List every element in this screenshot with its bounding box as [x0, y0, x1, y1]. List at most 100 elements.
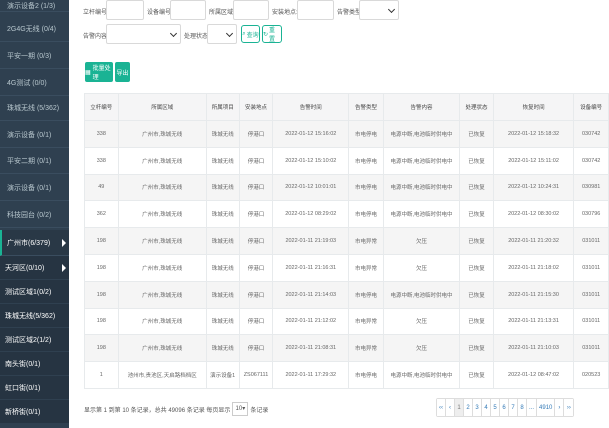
table-cell: 电源中断,电池临时供电中 [382, 173, 461, 202]
sidebar-item[interactable]: 演示设备 (0/1) [0, 122, 69, 148]
query-button[interactable]: ⌕ 查询 [241, 25, 260, 43]
alarm-type-select[interactable] [359, 0, 399, 20]
status-label: 处理状态: [184, 34, 210, 40]
sidebar-item[interactable]: 演示设备 (0/1) [0, 175, 69, 201]
table-cell: 已恢复 [459, 146, 494, 175]
table-cell: 市电停电 [348, 173, 384, 202]
sidebar-subitem[interactable]: 天河区(0/10) [0, 256, 69, 279]
table-cell: 停港口 [238, 120, 274, 148]
table-cell: 市电停电 [348, 146, 384, 175]
page-button[interactable]: 7 [509, 399, 518, 416]
sidebar-subitem[interactable]: 南头街(0/1) [0, 352, 69, 375]
table-row[interactable]: 198 广州市,珠城无线 珠城无线 停港口 2022-01-11 21:14:03 市电停… [84, 280, 609, 309]
install-input[interactable] [297, 0, 334, 20]
table-cell: 198 [84, 280, 119, 309]
page-button[interactable]: 2 [464, 399, 473, 416]
table-row[interactable]: 338 广州市,珠城无线 珠城无线 停港口 2022-01-12 15:10:02 市电停… [84, 146, 609, 175]
table-row[interactable]: 198 广州市,珠城无线 珠城无线 停港口 2022-01-11 21:08:31 市电异… [84, 334, 609, 363]
table-cell: 030981 [573, 173, 609, 202]
column-header[interactable]: 恢复时间 [492, 93, 575, 121]
page-button[interactable]: ‹ [446, 399, 455, 416]
table-cell: 020523 [573, 361, 609, 389]
table-cell: 欠压 [382, 253, 461, 282]
batch-process-button[interactable]: ▦ 批量处理 [85, 62, 113, 82]
table-cell: 珠城无线 [205, 227, 240, 255]
table-icon: ▦ [85, 69, 91, 76]
sidebar-item[interactable]: 平安一期 (0/3) [0, 43, 69, 69]
area-input[interactable] [233, 0, 269, 20]
sidebar-subitem[interactable]: 新桥街(0/1) [0, 400, 69, 423]
page-button[interactable]: › [555, 399, 565, 416]
page-button[interactable]: 1 [455, 399, 464, 416]
page-button[interactable]: 6 [500, 399, 509, 416]
table-cell: 欠压 [382, 334, 461, 363]
column-header[interactable]: 所属项目 [205, 93, 240, 121]
status-select[interactable] [207, 24, 237, 44]
table-cell: 2022-01-11 21:13:31 [492, 307, 575, 336]
sidebar-item-guangzhou[interactable]: 广州市(6/379) [0, 230, 69, 256]
table-row[interactable]: 198 广州市,珠城无线 珠城无线 停港口 2022-01-11 21:12:02 市电异… [84, 307, 609, 336]
sidebar-subitem[interactable]: 测试区域2(1/2) [0, 328, 69, 351]
reset-button[interactable]: ↻ 重置 [262, 25, 282, 43]
table-cell: 030796 [573, 200, 609, 229]
sidebar-subitem[interactable]: 珠城无线(5/362) [0, 304, 69, 327]
page-button[interactable]: ‹‹ [437, 399, 446, 416]
table-row[interactable]: 198 广州市,珠城无线 珠城无线 停港口 2022-01-11 21:16:31 市电异… [84, 253, 609, 282]
sidebar-item[interactable]: 科技园台 (0/2) [0, 202, 69, 228]
column-header[interactable]: 告警内容 [382, 93, 461, 121]
table-row[interactable]: 198 广州市,珠城无线 珠城无线 停港口 2022-01-11 21:19:03 市电异… [84, 227, 609, 255]
caret-down-icon: ▾ [242, 406, 246, 412]
sidebar-item[interactable]: 4G测试 (0/0) [0, 70, 69, 96]
search-icon: ⌕ [242, 30, 246, 37]
column-header[interactable]: 所属区域 [117, 93, 207, 121]
sidebar-item[interactable]: 演示设备2 (1/3) [0, 0, 69, 12]
table-row[interactable]: 1 池州市,贵池区,天启路档档区 演示设备1 ZS067111 2022-01-11 1… [84, 361, 609, 389]
sidebar-item[interactable]: 2G4G无线 (0/4) [0, 16, 69, 42]
table-cell: 2022-01-12 10:01:01 [272, 173, 350, 202]
sidebar-subitem[interactable]: 测试区域1(0/2) [0, 280, 69, 303]
table-cell: 演示设备1 [205, 361, 240, 389]
page-button[interactable]: 4910 [537, 399, 556, 416]
table-cell: 池州市,贵池区,天启路档档区 [117, 361, 207, 389]
column-header[interactable]: 立杆编号 [84, 93, 119, 121]
refresh-icon: ↻ [263, 31, 269, 38]
pagination-info: 显示第 1 到第 10 条记录，总共 49096 条记录 每页显示 10▾ 条记… [84, 402, 268, 416]
export-button[interactable]: 导出 [115, 62, 130, 82]
column-header[interactable]: 设备编号 [573, 93, 609, 121]
device-no-input[interactable] [170, 0, 206, 20]
table-cell: 2022-01-12 15:16:02 [272, 120, 350, 148]
chevron-down-icon [387, 5, 396, 14]
page-size-select[interactable]: 10▾ [232, 402, 249, 416]
page-button[interactable]: ›› [564, 399, 574, 416]
column-header[interactable]: 告警时间 [272, 93, 350, 121]
table-row[interactable]: 338 广州市,珠城无线 珠城无线 停港口 2022-01-12 15:16:02 市电停… [84, 120, 609, 148]
terminal-no-input[interactable] [106, 0, 144, 20]
page-button[interactable]: ... [527, 399, 538, 416]
table-cell: 已恢复 [459, 334, 494, 363]
table-cell: 2022-01-11 17:29:32 [272, 361, 350, 389]
alarm-table: 立杆编号 所属区域 所属项目 安装地点 告警时间 告警类型 告警内容 处理状态 … [84, 93, 609, 389]
alarm-content-select[interactable] [106, 24, 181, 44]
sidebar-subitem[interactable]: 虹口街(0/1) [0, 376, 69, 399]
table-cell: 2022-01-11 21:14:03 [272, 280, 350, 309]
page-button[interactable]: 5 [491, 399, 500, 416]
table-cell: 市电停电 [348, 120, 384, 148]
table-row[interactable]: 49 广州市,珠城无线 珠城无线 停港口 2022-01-12 10:01:01 市电停电… [84, 173, 609, 202]
table-cell: 031011 [573, 280, 609, 309]
table-cell: 停港口 [238, 253, 274, 282]
page-button[interactable]: 4 [482, 399, 491, 416]
caret-right-icon [62, 263, 66, 272]
table-cell: 停港口 [238, 173, 274, 202]
table-cell: 031011 [573, 253, 609, 282]
table-cell: 珠城无线 [205, 146, 240, 175]
sidebar-item[interactable]: 珠城无线 (5/362) [0, 95, 69, 121]
table-row[interactable]: 362 广州市,珠城无线 珠城无线 停港口 2022-01-12 08:29:02 市电停… [84, 200, 609, 229]
column-header[interactable]: 安装地点 [238, 93, 274, 121]
page-button[interactable]: 3 [473, 399, 482, 416]
table-cell: 2022-01-11 21:12:02 [272, 307, 350, 336]
column-header[interactable]: 处理状态 [459, 93, 494, 121]
column-header[interactable]: 告警类型 [348, 93, 384, 121]
page-button[interactable]: 8 [518, 399, 527, 416]
sidebar-item[interactable]: 平安二期 (0/1) [0, 148, 69, 174]
alarm-content-label: 告警内容: [83, 34, 109, 40]
